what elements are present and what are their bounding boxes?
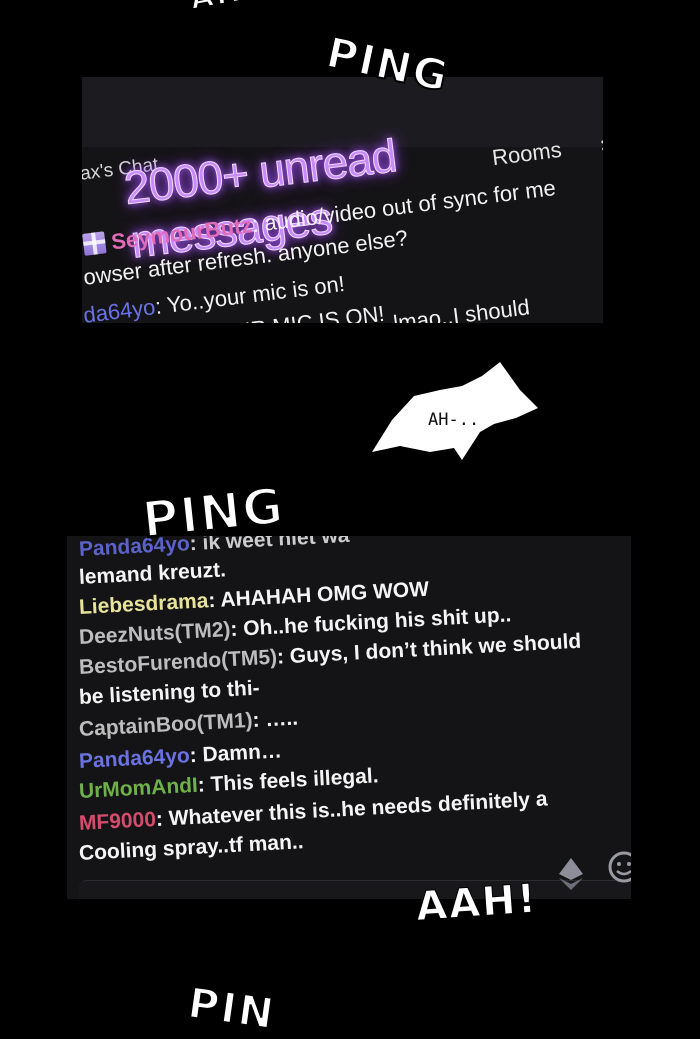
balloon-text: AH-.. [428,410,480,430]
emote-smiley-icon[interactable] [607,850,631,884]
rooms-menu-icon[interactable] [601,137,603,156]
chat-message: Panda64yo: Damn… [78,739,282,774]
chat-message: lemand kreuzt. [78,558,226,590]
chat-message: Cooling spray..tf man.. [78,830,304,866]
chat-username[interactable]: UrMomAndI [78,774,198,803]
chat-line: lmao..I should [392,294,531,323]
chat-text: Cooling spray..tf man.. [78,830,305,865]
chat-username[interactable]: da64yo [82,294,157,323]
chat-text: : Damn… [189,739,283,768]
chat-username[interactable]: BestoFurendo(TM5) [78,646,277,679]
chat-panel-top: Rooms ax's Chat 2000+ unread messages Se… [82,77,603,323]
chat-username[interactable]: Liebesdrama [78,589,209,619]
sfx-bottom-cut: PIN [184,977,280,1039]
chat-username[interactable]: Panda64yo [78,744,190,773]
chat-text: lmao..I should [392,294,531,323]
gift-icon [82,231,107,256]
chat-panel-bottom: Panda64yo: ik weet niet wa lemand kreuzt… [67,536,631,899]
chat-message: be listening to thi- [78,677,260,710]
chat-message: CaptainBoo(TM1): ….. [78,707,298,742]
chat-text: : AHAHAH OMG WOW [207,577,430,613]
chat-text: be listening to thi- [78,676,261,709]
chat-username[interactable]: CaptainBoo(TM1) [78,709,253,741]
chat-text: : ….. [251,706,299,732]
chat-input-bar[interactable] [79,880,631,899]
chat-username[interactable]: DeezNuts(TM2) [78,618,231,649]
chat-text: lemand kreuzt. [78,558,227,589]
chat-username[interactable]: MF9000 [78,808,156,835]
bits-icon[interactable] [557,856,585,890]
chat-text: : This feels illegal. [197,764,380,797]
sfx-top-cut: AH [186,0,246,18]
sfx-aah: AAH! [414,875,540,931]
